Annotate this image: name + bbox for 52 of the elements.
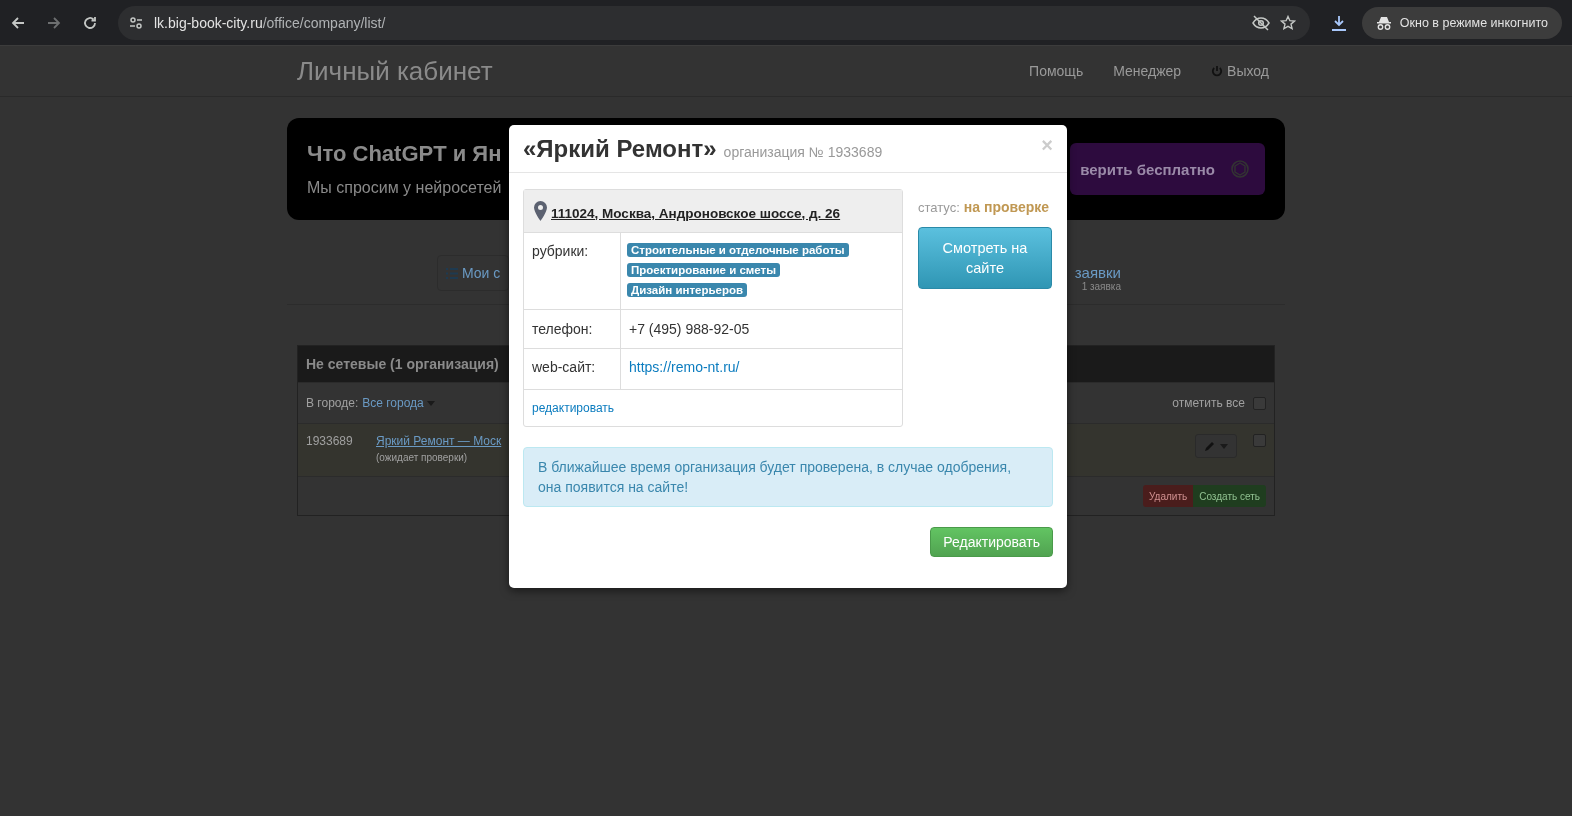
nav-link[interactable]: Помощь (1029, 63, 1084, 79)
org-number: организация № 1933689 (723, 143, 883, 160)
site-settings-icon (128, 14, 144, 31)
nav-link[interactable]: Менеджер (1113, 63, 1182, 79)
site-title[interactable]: Личный кабинет (297, 55, 493, 87)
incognito-icon (1375, 15, 1392, 30)
list-icon (446, 267, 458, 279)
url-text: lk.big-book-city.ru/office/company/list/ (154, 14, 386, 31)
filter-label: В городе: (306, 396, 359, 410)
edit-dropdown-button[interactable] (1195, 434, 1237, 458)
reload-icon (82, 14, 98, 31)
field-label: web-сайт: (524, 349, 621, 389)
category-tag: Строительные и отделочные работы (627, 243, 849, 257)
org-id: 1933689 (306, 434, 354, 448)
star-icon (1279, 14, 1296, 31)
city-dropdown[interactable]: Все города (362, 396, 436, 410)
banner-title: Что ChatGPT и Ян (307, 141, 502, 167)
incognito-button[interactable]: Окно в режиме инкогнито (1361, 6, 1562, 39)
checkbox[interactable] (1253, 396, 1266, 410)
tab[interactable]: заявки (1074, 264, 1121, 281)
download-icon (1329, 13, 1348, 32)
banner-button[interactable]: верить бесплатно (1070, 143, 1265, 195)
checkbox[interactable] (1253, 434, 1266, 447)
map-pin-icon (534, 201, 547, 221)
address-bar[interactable]: lk.big-book-city.ru/office/company/list/ (118, 5, 1310, 40)
status-label: статус: (918, 200, 960, 215)
field-label: телефон: (524, 310, 621, 348)
view-on-site-button[interactable]: Смотреть на сайте (918, 227, 1052, 289)
nav-link[interactable]: Выход (1211, 63, 1269, 79)
status-value: на проверке (963, 199, 1050, 215)
modal-title: «Яркий Ремонт» (523, 134, 717, 162)
delete-button[interactable]: Удалить (1143, 485, 1194, 507)
phone-number: +7 (495) 988-92-05 (629, 321, 750, 337)
category-tag: Дизайн интерьеров (627, 283, 748, 297)
check-all-label: отметить все (1172, 396, 1245, 410)
forward-arrow-icon (46, 14, 62, 31)
banner-subtitle: Мы спросим у нейросетей (307, 179, 502, 197)
tab-count: 1 заявка (1080, 281, 1121, 292)
edit-link[interactable]: редактировать (532, 401, 615, 415)
back-arrow-icon (10, 14, 26, 31)
pencil-icon (1204, 440, 1216, 452)
info-alert: В ближайшее время организация будет проверена, в случае одобрения, она появится на сайте! (523, 447, 1053, 507)
eye-crossed-icon (1251, 14, 1270, 31)
incognito-label: Окно в режиме инкогнито (1399, 15, 1548, 30)
field-label: рубрики: (524, 233, 621, 309)
power-icon (1211, 65, 1224, 77)
org-note: (ожидает проверки) (376, 452, 469, 463)
create-button[interactable]: Создать сеть (1193, 485, 1266, 507)
category-tag: Проектирование и сметы (627, 263, 780, 277)
edit-button[interactable]: Редактировать (930, 527, 1053, 557)
org-link[interactable]: Яркий Ремонт — Моск (376, 434, 502, 448)
website-link[interactable]: https://remo-nt.ru/ (629, 359, 740, 375)
